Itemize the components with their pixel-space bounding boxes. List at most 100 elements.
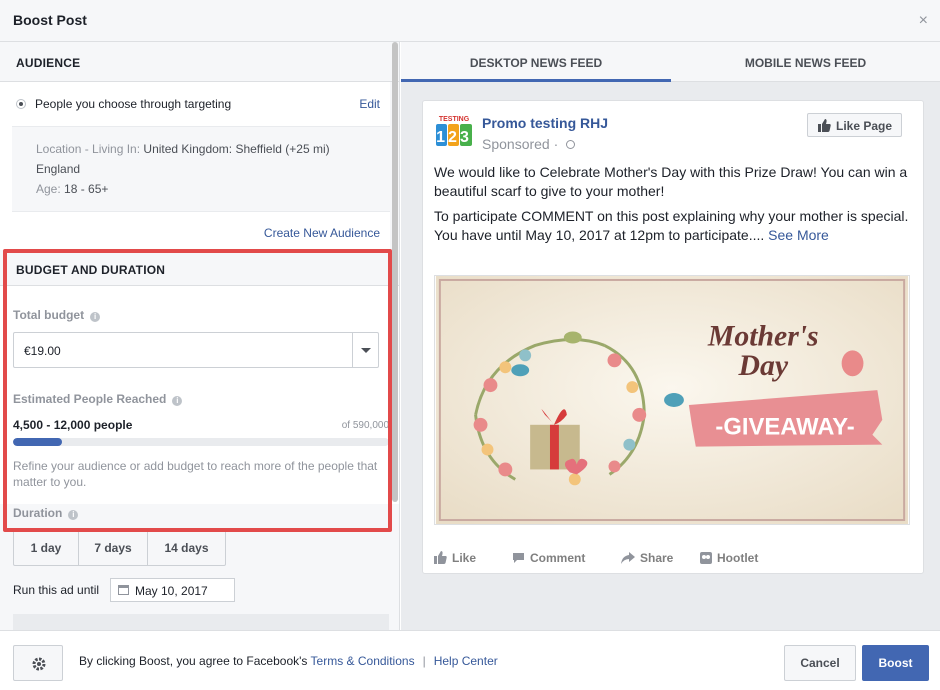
reach-progress-bar xyxy=(13,438,389,446)
budget-value: €19.00 xyxy=(24,344,61,358)
run-until-date-input[interactable]: May 10, 2017 xyxy=(110,578,235,602)
dialog-footer: By clicking Boost, you agree to Facebook… xyxy=(0,630,940,690)
duration-selector: 1 day 7 days 14 days xyxy=(13,530,226,566)
comment-icon xyxy=(513,553,524,563)
close-icon[interactable]: × xyxy=(919,12,928,30)
post-paragraph-3-text: You have until May 10, 2017 at 12pm to p… xyxy=(434,227,769,243)
sponsored-label: Sponsored · xyxy=(482,136,576,152)
duration-7-days[interactable]: 7 days xyxy=(79,531,148,565)
image-title-1: Mother's xyxy=(707,319,819,352)
estimated-reach-label-text: Estimated People Reached xyxy=(13,392,167,406)
run-until-label: Run this ad until xyxy=(13,583,100,597)
summary-strip xyxy=(13,614,389,630)
reach-row: 4,500 - 12,000 people of 590,000 xyxy=(13,418,389,432)
post-actions: Like Comment Share Hootlet xyxy=(423,549,923,569)
page-name-link[interactable]: Promo testing RHJ xyxy=(482,115,608,131)
budget-select[interactable]: €19.00 xyxy=(13,332,379,368)
estimated-reach-label: Estimated People Reached i xyxy=(13,392,183,406)
reach-hint: Refine your audience or add budget to re… xyxy=(13,459,378,489)
location-value: United Kingdom: Sheffield (+25 mi) xyxy=(143,142,330,156)
bird-icon xyxy=(841,350,864,377)
cancel-button[interactable]: Cancel xyxy=(784,645,856,681)
location-key: Location - Living In: xyxy=(36,142,141,156)
duration-14-days[interactable]: 14 days xyxy=(148,531,225,565)
terms-prefix: By clicking Boost, you agree to Facebook… xyxy=(79,654,311,668)
share-action[interactable]: Share xyxy=(621,551,673,565)
share-action-label: Share xyxy=(640,551,674,565)
terms-text: By clicking Boost, you agree to Facebook… xyxy=(79,654,498,668)
calendar-icon xyxy=(118,585,129,595)
gear-icon xyxy=(32,657,46,671)
post-preview: TESTING 123 Promo testing RHJ Sponsored … xyxy=(422,100,924,574)
radio-selected-icon[interactable] xyxy=(16,99,26,109)
like-action-label: Like xyxy=(452,551,477,565)
audience-option[interactable]: People you choose through targeting Edit xyxy=(0,82,390,126)
tab-mobile-news-feed[interactable]: MOBILE NEWS FEED xyxy=(671,56,940,70)
post-paragraph-3: You have until May 10, 2017 at 12pm to p… xyxy=(434,226,919,245)
preview-panel: DESKTOP NEWS FEED MOBILE NEWS FEED TESTI… xyxy=(401,42,940,630)
logo-top-text: TESTING xyxy=(439,116,470,123)
thumbs-up-icon xyxy=(434,551,447,564)
active-tab-indicator xyxy=(401,79,671,82)
logo-digits: 123 xyxy=(436,129,472,146)
sponsored-text: Sponsored · xyxy=(482,136,563,152)
bird-icon xyxy=(563,331,582,344)
preview-tabs: DESKTOP NEWS FEED MOBILE NEWS FEED xyxy=(401,42,940,82)
info-icon[interactable]: i xyxy=(172,396,183,406)
reach-progress-fill xyxy=(13,438,62,446)
hootlet-action[interactable]: Hootlet xyxy=(700,551,758,565)
comment-action-label: Comment xyxy=(530,551,586,565)
see-more-link[interactable]: See More xyxy=(768,227,829,243)
audience-option-label: People you choose through targeting xyxy=(35,97,232,111)
hootlet-action-label: Hootlet xyxy=(717,551,759,565)
thumbs-up-icon xyxy=(818,119,831,132)
comment-action[interactable]: Comment xyxy=(512,551,585,565)
post-text: We would like to Celebrate Mother's Day … xyxy=(434,163,919,251)
terms-link[interactable]: Terms & Conditions xyxy=(311,654,415,668)
settings-panel: AUDIENCE People you choose through targe… xyxy=(0,42,400,630)
age-value: 18 - 65+ xyxy=(64,182,109,196)
duration-label: Duration i xyxy=(13,506,79,520)
budget-header: BUDGET AND DURATION xyxy=(0,250,399,286)
duration-1-day[interactable]: 1 day xyxy=(14,531,79,565)
post-image[interactable]: Mother's Day -GIVEAWAY- xyxy=(434,275,910,525)
total-budget-label-text: Total budget xyxy=(13,308,85,322)
globe-icon xyxy=(566,140,576,149)
help-center-link[interactable]: Help Center xyxy=(434,654,498,668)
image-title-2: Day xyxy=(737,349,788,382)
total-budget-label: Total budget i xyxy=(13,308,101,322)
page-logo: TESTING 123 xyxy=(434,113,474,149)
reach-total: of 590,000 xyxy=(341,420,389,431)
scrollbar[interactable] xyxy=(392,42,398,502)
like-page-button[interactable]: Like Page xyxy=(807,113,902,137)
age-key: Age: xyxy=(36,182,61,196)
info-icon[interactable]: i xyxy=(90,312,101,322)
budget-section: BUDGET AND DURATION Total budget i €19.00… xyxy=(0,250,399,504)
audience-header: AUDIENCE xyxy=(0,42,399,82)
separator: | xyxy=(422,654,426,668)
edit-audience-link[interactable]: Edit xyxy=(359,97,380,111)
post-paragraph-1: We would like to Celebrate Mother's Day … xyxy=(434,164,908,199)
duration-label-text: Duration xyxy=(13,506,63,520)
post-paragraph-2: To participate COMMENT on this post expl… xyxy=(434,208,909,224)
boost-button[interactable]: Boost xyxy=(862,645,929,681)
like-action[interactable]: Like xyxy=(434,551,476,565)
image-banner: -GIVEAWAY- xyxy=(715,414,854,441)
location-value-2: England xyxy=(36,162,81,176)
audience-details: Location - Living In: United Kingdom: Sh… xyxy=(12,126,390,212)
create-new-audience-link[interactable]: Create New Audience xyxy=(0,212,390,252)
tab-desktop-news-feed[interactable]: DESKTOP NEWS FEED xyxy=(401,56,671,70)
like-page-label: Like Page xyxy=(836,119,893,133)
bird-icon xyxy=(511,364,530,377)
dialog-title: Boost Post xyxy=(13,12,87,28)
run-until-date: May 10, 2017 xyxy=(135,584,208,598)
info-icon[interactable]: i xyxy=(68,510,79,520)
reach-value: 4,500 - 12,000 people xyxy=(13,418,133,432)
audience-section: People you choose through targeting Edit… xyxy=(0,82,390,252)
chevron-down-icon[interactable] xyxy=(352,333,378,367)
dialog-header: Boost Post × xyxy=(0,0,940,42)
owl-icon xyxy=(700,552,712,564)
settings-button[interactable] xyxy=(13,645,63,681)
bird-icon xyxy=(664,393,684,407)
share-icon xyxy=(621,552,635,564)
